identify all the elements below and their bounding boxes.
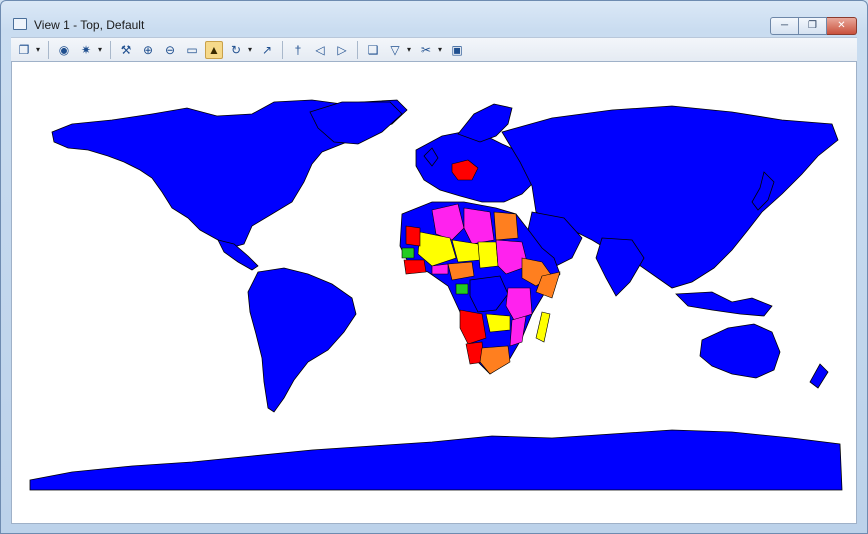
chad bbox=[477, 241, 499, 269]
close-button[interactable]: ✕ bbox=[827, 17, 857, 35]
view-display-style-icon: ◉ bbox=[58, 42, 70, 57]
toolbar-separator bbox=[282, 40, 283, 59]
zoom-in-button[interactable]: ⊕ bbox=[139, 41, 157, 59]
dropdown-arrow-icon[interactable]: ▾ bbox=[96, 45, 104, 54]
australia bbox=[699, 323, 781, 379]
pan-view-icon: ↗ bbox=[261, 42, 273, 57]
guinea bbox=[403, 259, 427, 275]
view-previous-button[interactable]: ◁ bbox=[311, 41, 329, 59]
window-title: View 1 - Top, Default bbox=[34, 18, 145, 32]
southeast-asia-islands bbox=[675, 291, 773, 317]
minimize-button[interactable]: ─ bbox=[770, 17, 799, 35]
window-area-button[interactable]: ▭ bbox=[183, 41, 201, 59]
senegal bbox=[401, 247, 415, 259]
clip-volume-icon: ▽ bbox=[390, 42, 400, 57]
south-america-landmass bbox=[247, 267, 357, 413]
walk-button[interactable]: † bbox=[289, 41, 307, 59]
mozambique bbox=[509, 315, 527, 347]
antarctica bbox=[29, 429, 843, 491]
toolbar-separator bbox=[357, 40, 358, 59]
view-previous-icon: ◁ bbox=[315, 42, 325, 57]
angola bbox=[459, 309, 487, 345]
update-view-button[interactable]: ⚒ bbox=[117, 41, 135, 59]
new-zealand bbox=[809, 363, 829, 389]
window-controls: ─ ❐ ✕ bbox=[770, 17, 857, 35]
clip-mask-icon: ✂ bbox=[420, 42, 432, 57]
western-sahara bbox=[405, 225, 421, 247]
view-toolbar: ❐ ▾ ◉ ✷ ▾ ⚒ ⊕ ⊖ ▭ ▲ ↻ ▾ ↗ † ◁ ▷ ❑ ▽ ▾ ✂ ▾ ▣ bbox=[11, 37, 857, 61]
madagascar bbox=[535, 311, 551, 343]
zoom-in-icon: ⊕ bbox=[142, 42, 154, 57]
toolbar-separator bbox=[48, 40, 49, 59]
rotate-view-button[interactable]: ↻ bbox=[227, 41, 245, 59]
view-window: View 1 - Top, Default ─ ❐ ✕ ❐ ▾ ◉ ✷ ▾ ⚒ ⊕ ⊖ ▭ ▲ ↻ ▾… bbox=[0, 0, 868, 534]
egypt bbox=[493, 211, 519, 241]
india bbox=[595, 237, 645, 297]
gabon bbox=[455, 283, 469, 295]
camera-icon: ▣ bbox=[451, 42, 463, 57]
view-lighting-button[interactable]: ✷ bbox=[77, 41, 95, 59]
dropdown-arrow-icon[interactable]: ▾ bbox=[405, 45, 413, 54]
view-window-icon bbox=[13, 18, 27, 30]
rotate-view-icon: ↻ bbox=[230, 42, 242, 57]
map-viewport[interactable] bbox=[11, 61, 857, 524]
zoom-out-button[interactable]: ⊖ bbox=[161, 41, 179, 59]
view-attributes-button[interactable]: ❐ bbox=[15, 41, 33, 59]
update-view-icon: ⚒ bbox=[120, 42, 132, 57]
view-next-icon: ▷ bbox=[337, 42, 347, 57]
zoom-out-icon: ⊖ bbox=[164, 42, 176, 57]
maximize-icon: ❐ bbox=[808, 20, 817, 31]
toolbar-separator bbox=[110, 40, 111, 59]
dropdown-arrow-icon[interactable]: ▾ bbox=[246, 45, 254, 54]
dropdown-arrow-icon[interactable]: ▾ bbox=[436, 45, 444, 54]
walk-icon: † bbox=[294, 42, 302, 57]
maximize-button[interactable]: ❐ bbox=[799, 17, 827, 35]
clip-volume-button[interactable]: ▽ bbox=[386, 41, 404, 59]
dropdown-arrow-icon[interactable]: ▾ bbox=[34, 45, 42, 54]
title-bar[interactable]: View 1 - Top, Default ─ ❐ ✕ bbox=[1, 1, 867, 37]
south-africa bbox=[479, 345, 511, 375]
pan-view-button[interactable]: ↗ bbox=[258, 41, 276, 59]
window-area-icon: ▭ bbox=[186, 42, 198, 57]
clip-mask-button[interactable]: ✂ bbox=[417, 41, 435, 59]
copy-view-icon: ❑ bbox=[367, 42, 379, 57]
view-lighting-icon: ✷ bbox=[80, 42, 92, 57]
fit-view-icon: ▲ bbox=[208, 42, 220, 57]
zambia bbox=[485, 313, 511, 333]
scandinavia bbox=[457, 103, 513, 143]
camera-button[interactable]: ▣ bbox=[448, 41, 466, 59]
view-attributes-icon: ❐ bbox=[18, 42, 30, 57]
close-icon: ✕ bbox=[837, 20, 846, 31]
minimize-icon: ─ bbox=[780, 20, 789, 31]
view-next-button[interactable]: ▷ bbox=[333, 41, 351, 59]
fit-view-button[interactable]: ▲ bbox=[205, 40, 223, 59]
burkina-faso bbox=[431, 263, 449, 275]
view-display-style-button[interactable]: ◉ bbox=[55, 41, 73, 59]
copy-view-button[interactable]: ❑ bbox=[364, 41, 382, 59]
world-map bbox=[29, 99, 843, 491]
